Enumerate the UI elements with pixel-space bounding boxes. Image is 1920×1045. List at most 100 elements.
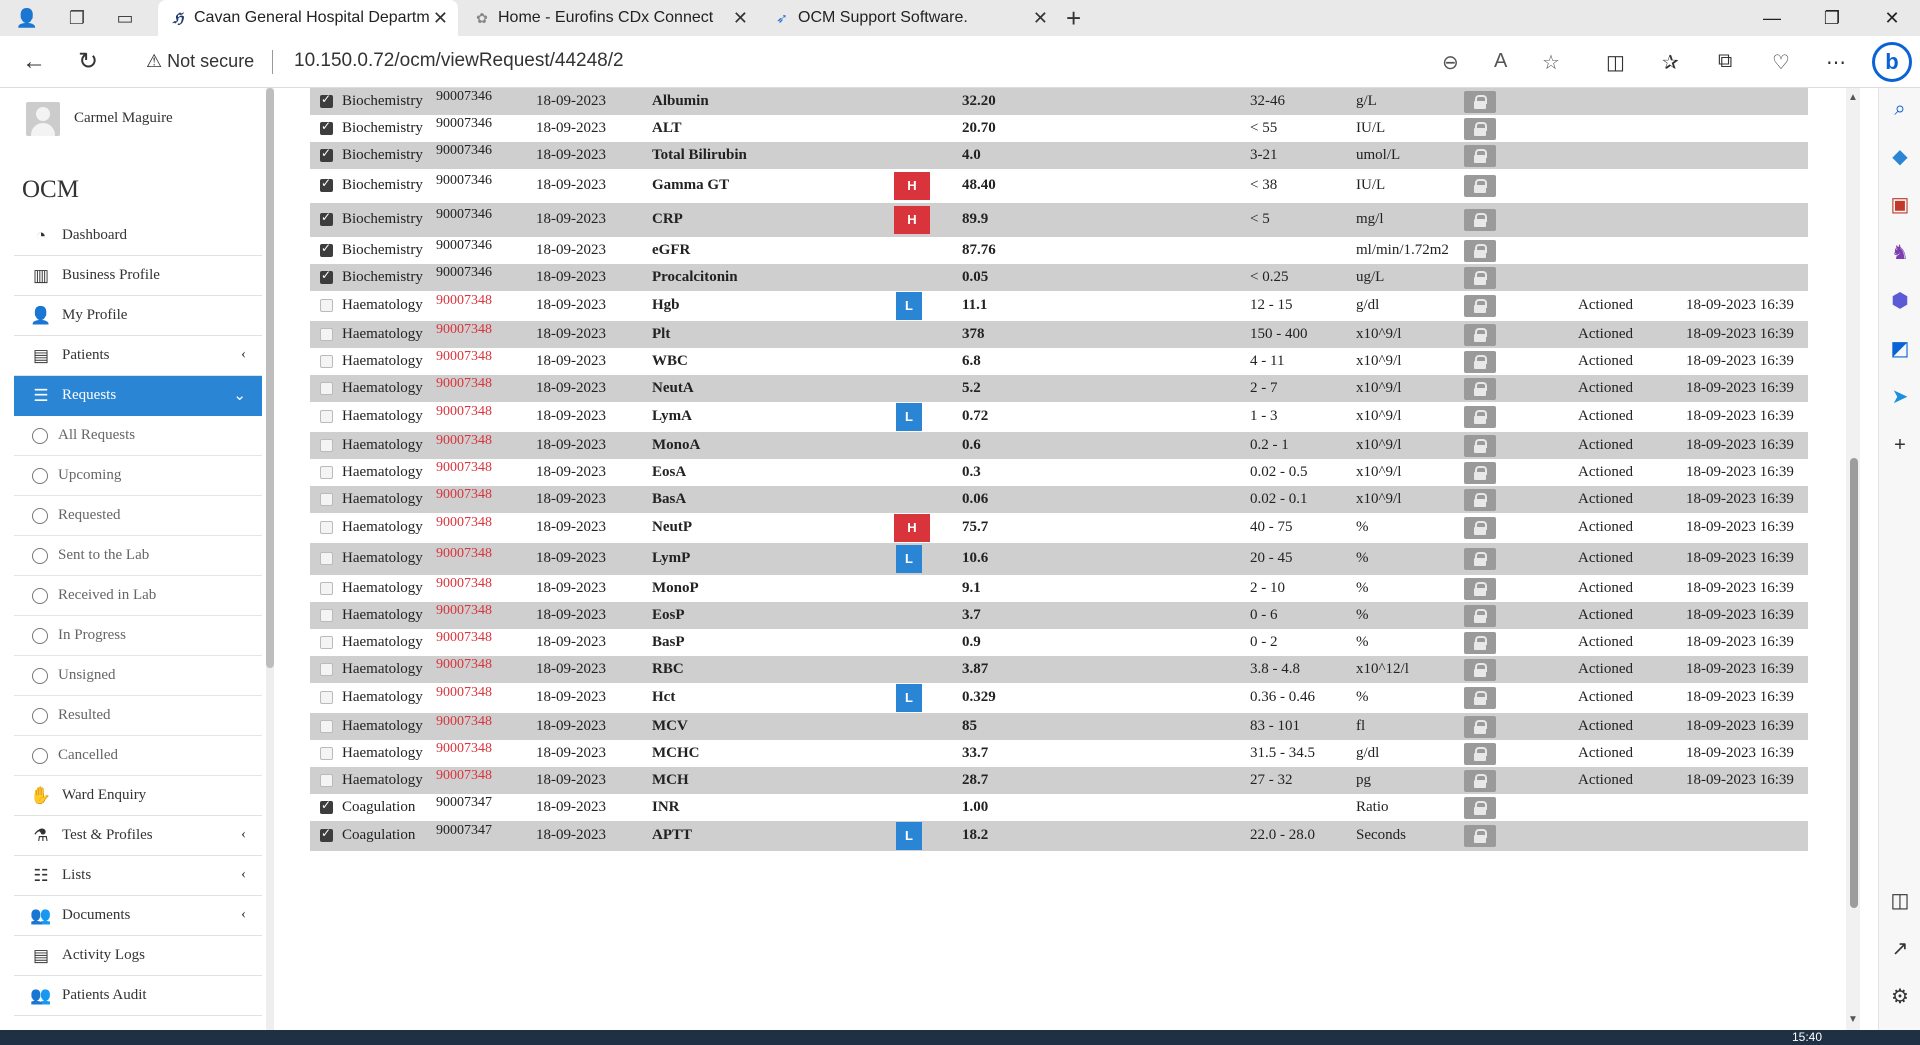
lock-icon[interactable]	[1464, 378, 1496, 400]
lock-icon[interactable]	[1464, 716, 1496, 738]
table-row[interactable]: Haematology 90007348 18-09-2023 MCV 85 83 - 1…	[310, 713, 1808, 740]
request-number-cell[interactable]: 90007348	[436, 433, 492, 449]
tools-icon[interactable]: ▣	[1887, 192, 1913, 218]
row-checkbox[interactable]	[320, 328, 333, 341]
request-number-cell[interactable]: 90007348	[436, 460, 492, 476]
request-number-cell[interactable]: 90007346	[436, 143, 492, 159]
row-checkbox[interactable]	[320, 826, 333, 842]
lock-icon[interactable]	[1464, 797, 1496, 819]
table-row[interactable]: Haematology 90007348 18-09-2023 NeutP H 75.7 4…	[310, 513, 1808, 543]
nav-sub-requested[interactable]: Requested	[14, 496, 262, 536]
table-row[interactable]: Haematology 90007348 18-09-2023 WBC 6.8 4 - 1…	[310, 348, 1808, 375]
request-number-cell[interactable]: 90007348	[436, 487, 492, 503]
row-checkbox[interactable]	[320, 410, 333, 423]
lock-icon[interactable]	[1464, 406, 1496, 428]
request-number-cell[interactable]: 90007348	[436, 322, 492, 338]
request-number-cell[interactable]: 90007348	[436, 603, 492, 619]
lock-icon[interactable]	[1464, 605, 1496, 627]
collections-icon[interactable]: ⧉	[1718, 50, 1732, 73]
row-checkbox[interactable]	[320, 720, 333, 733]
row-checkbox[interactable]	[320, 691, 333, 704]
lock-icon[interactable]	[1464, 91, 1496, 113]
workspaces-icon[interactable]: ❐	[64, 5, 90, 31]
table-row[interactable]: Haematology 90007348 18-09-2023 EosA 0.3 0.02…	[310, 459, 1808, 486]
new-tab-icon[interactable]: +	[1066, 4, 1081, 32]
request-number-cell[interactable]: 90007348	[436, 685, 492, 701]
request-number-cell[interactable]: 90007347	[436, 795, 492, 811]
nav-test-profiles[interactable]: ⚗ Test & Profiles ‹	[14, 816, 262, 856]
row-checkbox[interactable]	[320, 439, 333, 452]
settings-gear-icon[interactable]: ⚙	[1887, 984, 1913, 1010]
table-row[interactable]: Haematology 90007348 18-09-2023 Plt 378 150 -…	[310, 321, 1808, 348]
row-checkbox[interactable]	[320, 241, 333, 257]
request-number-cell[interactable]: 90007348	[436, 768, 492, 784]
row-checkbox[interactable]	[320, 466, 333, 479]
request-number-cell[interactable]: 90007346	[436, 265, 492, 281]
nav-activity-logs[interactable]: ▤ Activity Logs	[14, 936, 262, 976]
lock-icon[interactable]	[1464, 145, 1496, 167]
request-number-cell[interactable]: 90007346	[436, 238, 492, 254]
nav-my-profile[interactable]: 👤 My Profile	[14, 296, 262, 336]
scroll-down-icon[interactable]: ▼	[1848, 1014, 1858, 1025]
table-row[interactable]: Biochemistry 90007346 18-09-2023 Total Bili…	[310, 142, 1808, 169]
close-window-icon[interactable]: ✕	[1872, 4, 1912, 32]
favorite-star-icon[interactable]: ☆	[1542, 50, 1560, 75]
row-checkbox[interactable]	[320, 774, 333, 787]
lock-icon[interactable]	[1464, 825, 1496, 847]
row-checkbox[interactable]	[320, 176, 333, 192]
outlook-icon[interactable]: ◩	[1887, 336, 1913, 362]
nav-sub-all-requests[interactable]: All Requests	[14, 416, 262, 456]
shopping-icon[interactable]: ◆	[1887, 144, 1913, 170]
table-row[interactable]: Haematology 90007348 18-09-2023 MonoA 0.6 0.2…	[310, 432, 1808, 459]
request-number-cell[interactable]: 90007348	[436, 714, 492, 730]
nav-sub-received-in-lab[interactable]: Received in Lab	[14, 576, 262, 616]
lock-icon[interactable]	[1464, 351, 1496, 373]
table-row[interactable]: Biochemistry 90007346 18-09-2023 ALT 20.70 < …	[310, 115, 1808, 142]
lock-icon[interactable]	[1464, 770, 1496, 792]
request-number-cell[interactable]: 90007348	[436, 515, 492, 531]
row-checkbox[interactable]	[320, 146, 333, 162]
row-checkbox[interactable]	[320, 582, 333, 595]
request-number-cell[interactable]: 90007346	[436, 207, 492, 223]
profile-icon[interactable]: 👤	[14, 5, 40, 31]
nav-ward-enquiry[interactable]: ✋ Ward Enquiry	[14, 776, 262, 816]
search-icon[interactable]: ⌕	[1887, 96, 1913, 122]
lock-icon[interactable]	[1464, 209, 1496, 231]
nav-sub-cancelled[interactable]: Cancelled	[14, 736, 262, 776]
open-external-icon[interactable]: ↗	[1887, 936, 1913, 962]
lock-icon[interactable]	[1464, 517, 1496, 539]
table-row[interactable]: Coagulation 90007347 18-09-2023 APTT L 18.2 22…	[310, 821, 1808, 851]
tab-ocm-support[interactable]: ➶ OCM Support Software. ✕	[762, 0, 1058, 36]
refresh-icon[interactable]: ↻	[78, 48, 98, 76]
row-checkbox[interactable]	[320, 268, 333, 284]
table-row[interactable]: Haematology 90007348 18-09-2023 Hct L 0.329 0.…	[310, 683, 1808, 713]
row-checkbox[interactable]	[320, 382, 333, 395]
add-sidebar-icon[interactable]: +	[1887, 432, 1913, 458]
row-checkbox[interactable]	[320, 210, 333, 226]
favorites-icon[interactable]: ✰	[1662, 50, 1679, 75]
request-number-cell[interactable]: 90007348	[436, 546, 492, 562]
lock-icon[interactable]	[1464, 578, 1496, 600]
request-number-cell[interactable]: 90007348	[436, 657, 492, 673]
lock-icon[interactable]	[1464, 743, 1496, 765]
table-row[interactable]: Haematology 90007348 18-09-2023 LymP L 10.6 20…	[310, 543, 1808, 575]
not-secure-indicator[interactable]: ⚠ Not secure	[146, 51, 254, 72]
nav-patients-audit[interactable]: 👥 Patients Audit	[14, 976, 262, 1016]
minimize-icon[interactable]: —	[1752, 4, 1792, 32]
table-row[interactable]: Haematology 90007348 18-09-2023 MCH 28.7 27 -…	[310, 767, 1808, 794]
row-checkbox[interactable]	[320, 355, 333, 368]
nav-requests[interactable]: ☰ Requests ⌄	[14, 376, 262, 416]
more-menu-icon[interactable]: ⋯	[1826, 50, 1846, 75]
table-row[interactable]: Haematology 90007348 18-09-2023 MCHC 33.7 31.…	[310, 740, 1808, 767]
games-icon[interactable]: ♞	[1887, 240, 1913, 266]
table-row[interactable]: Biochemistry 90007346 18-09-2023 Procalcito…	[310, 264, 1808, 291]
lock-icon[interactable]	[1464, 240, 1496, 262]
row-checkbox[interactable]	[320, 92, 333, 108]
request-number-cell[interactable]: 90007348	[436, 349, 492, 365]
nav-scrollbar-thumb[interactable]	[266, 88, 274, 668]
row-checkbox[interactable]	[320, 636, 333, 649]
table-row[interactable]: Biochemistry 90007346 18-09-2023 eGFR 87.76 m…	[310, 237, 1808, 264]
lock-icon[interactable]	[1464, 267, 1496, 289]
lock-icon[interactable]	[1464, 632, 1496, 654]
scroll-up-icon[interactable]: ▲	[1848, 92, 1858, 103]
